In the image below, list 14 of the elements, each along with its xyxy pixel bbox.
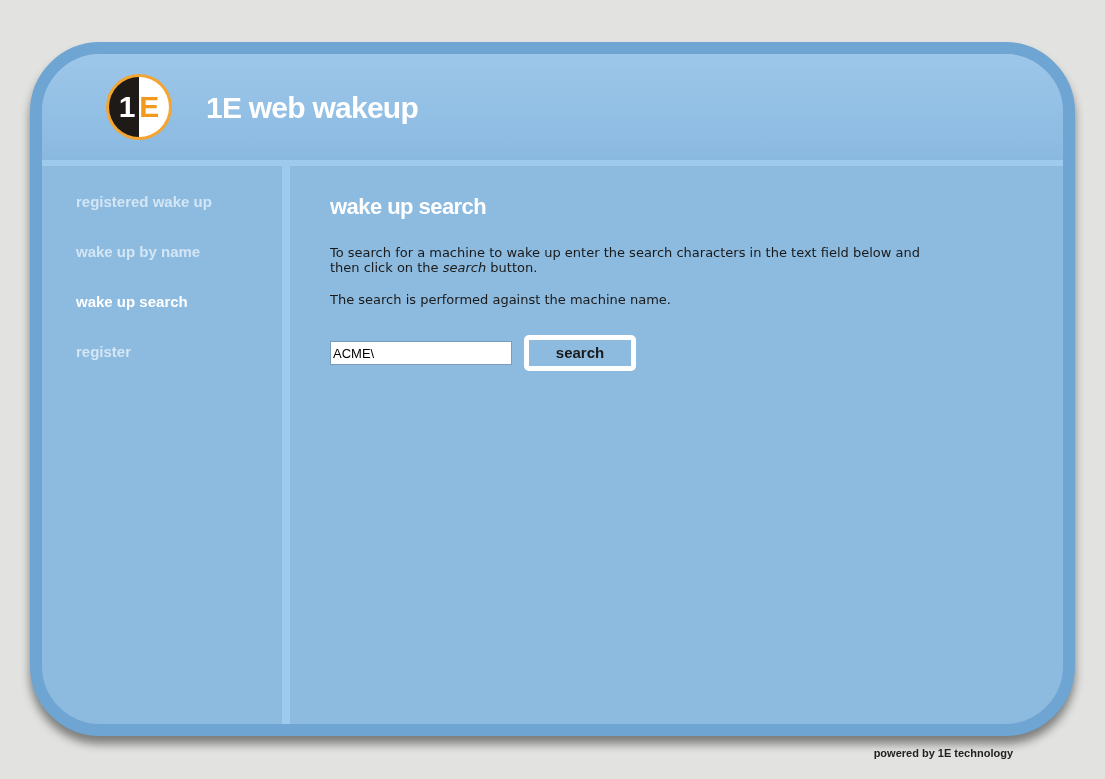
page-heading: wake up search — [330, 193, 488, 221]
search-field[interactable]: ACME\ — [330, 341, 512, 365]
nav-link[interactable]: wake up search — [76, 292, 282, 312]
logo-digit: 1 — [118, 92, 136, 122]
app-title: 1E web wakeup — [206, 89, 418, 126]
nav-link[interactable]: register — [76, 342, 282, 362]
search-button[interactable]: search — [524, 335, 636, 371]
instruction-text: The search is performed against the machine name. — [330, 292, 672, 307]
logo-letter: E — [139, 92, 160, 122]
nav-link[interactable]: wake up by name — [76, 242, 282, 262]
logo-icon — [104, 71, 174, 143]
footer-text: powered by 1E technology — [873, 746, 1013, 761]
nav-link[interactable]: registered wake up — [76, 192, 282, 212]
instruction-text: To search for a machine to wake up enter the search characters in the text field below and then click on the search button. — [330, 245, 922, 275]
